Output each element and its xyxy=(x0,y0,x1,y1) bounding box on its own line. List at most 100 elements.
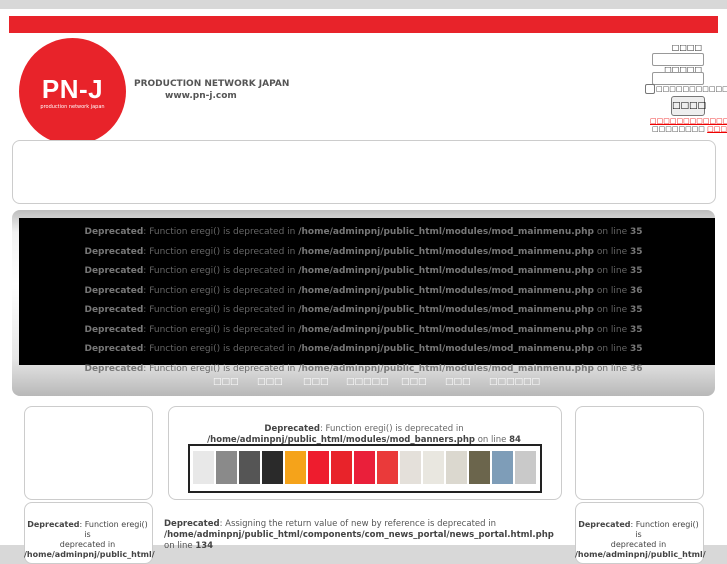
color-swatch[interactable] xyxy=(492,451,513,484)
news-warning-label: Deprecated xyxy=(164,519,220,529)
top-gap xyxy=(0,0,727,9)
color-swatch[interactable] xyxy=(354,451,375,484)
warning-line-number: 35 xyxy=(630,324,643,335)
warning-row: Deprecated: Function eregi() is deprecat… xyxy=(0,247,727,257)
center-warning-label: Deprecated xyxy=(264,424,320,434)
warning-label: Deprecated xyxy=(84,324,144,335)
left-top-box xyxy=(24,406,153,500)
news-warning: Deprecated: Assigning the return value o… xyxy=(164,519,554,552)
warning-text: : Function eregi() is deprecated in xyxy=(143,285,299,296)
left-warning-text1: : Function eregi() is xyxy=(79,520,148,539)
nav-item[interactable]: □□□ xyxy=(303,377,329,387)
warning-path: /home/adminpnj/public_html/modules/mod_m… xyxy=(298,227,594,237)
color-swatch[interactable] xyxy=(239,451,260,484)
color-swatch[interactable] xyxy=(446,451,467,484)
warning-line-number: 35 xyxy=(630,246,643,257)
right-warning: Deprecated: Function eregi() is deprecat… xyxy=(575,520,706,560)
right-warning-text3: /home/adminpnj/public_html/ xyxy=(575,550,706,559)
warning-online: on line xyxy=(593,285,630,296)
warning-online: on line xyxy=(593,324,630,335)
right-top-box xyxy=(575,406,704,500)
color-swatch[interactable] xyxy=(193,451,214,484)
register-prefix: □□□□□□□□ xyxy=(652,125,705,133)
remember-checkbox[interactable] xyxy=(645,84,655,94)
warning-text: : Function eregi() is deprecated in xyxy=(143,266,299,276)
warning-label: Deprecated xyxy=(84,227,144,237)
warning-path: /home/adminpnj/public_html/modules/mod_m… xyxy=(298,344,594,354)
warning-path: /home/adminpnj/public_html/modules/mod_m… xyxy=(298,285,594,296)
warning-text: : Function eregi() is deprecated in xyxy=(143,344,299,354)
warning-text: : Function eregi() is deprecated in xyxy=(143,324,299,335)
color-swatch[interactable] xyxy=(262,451,283,484)
right-warning-label: Deprecated xyxy=(578,520,631,529)
brand-name: PRODUCTION NETWORK JAPAN xyxy=(134,79,290,89)
color-swatch[interactable] xyxy=(308,451,329,484)
warning-path: /home/adminpnj/public_html/modules/mod_m… xyxy=(298,324,594,335)
center-warning-text: : Function eregi() is deprecated in xyxy=(319,424,464,434)
logo-text: PN-J xyxy=(41,74,104,104)
warning-text: : Function eregi() is deprecated in xyxy=(143,305,299,315)
register-line: □□□□□□□□ □□□□ xyxy=(652,125,727,133)
color-swatch[interactable] xyxy=(469,451,490,484)
warning-label: Deprecated xyxy=(84,285,144,296)
news-warning-text: : Assigning the return value of new by r… xyxy=(219,519,496,529)
left-warning: Deprecated: Function eregi() is deprecat… xyxy=(24,520,155,560)
color-swatch[interactable] xyxy=(285,451,306,484)
warning-text: : Function eregi() is deprecated in xyxy=(143,227,299,237)
warning-row: Deprecated: Function eregi() is deprecat… xyxy=(0,325,727,335)
left-warning-label: Deprecated xyxy=(27,520,80,529)
warning-row: Deprecated: Function eregi() is deprecat… xyxy=(0,344,727,354)
register-link[interactable]: □□□□ xyxy=(707,125,727,133)
nav-item[interactable]: □□□ xyxy=(213,377,239,387)
warning-path: /home/adminpnj/public_html/modules/mod_m… xyxy=(298,363,594,374)
left-warning-text3: /home/adminpnj/public_html/ xyxy=(24,550,155,559)
warning-line-number: 36 xyxy=(630,285,643,296)
color-swatch[interactable] xyxy=(423,451,444,484)
warning-label: Deprecated xyxy=(84,266,144,276)
header-red-bar xyxy=(9,16,718,33)
nav-item[interactable]: □□□□□□ xyxy=(489,377,540,387)
color-swatch-strip xyxy=(188,444,542,493)
color-swatch[interactable] xyxy=(400,451,421,484)
login-button[interactable]: □□□□ xyxy=(671,96,706,116)
warning-text: : Function eregi() is deprecated in xyxy=(143,246,299,257)
warning-path: /home/adminpnj/public_html/modules/mod_m… xyxy=(298,266,594,276)
password-input[interactable] xyxy=(652,72,704,85)
warning-path: /home/adminpnj/public_html/modules/mod_m… xyxy=(298,305,594,315)
brand-url: www.pn-j.com xyxy=(165,91,237,101)
nav-item[interactable]: □□□□□ xyxy=(346,377,389,387)
warning-line-number: 35 xyxy=(630,344,643,354)
warning-row: Deprecated: Function eregi() is deprecat… xyxy=(0,305,727,315)
news-warning-online: on line xyxy=(164,541,196,551)
nav-item[interactable]: □□□ xyxy=(257,377,283,387)
nav-item[interactable]: □□□ xyxy=(445,377,471,387)
warning-online: on line xyxy=(593,266,630,276)
color-swatch[interactable] xyxy=(377,451,398,484)
warning-row: Deprecated: Function eregi() is deprecat… xyxy=(0,364,727,374)
warning-online: on line xyxy=(593,246,630,257)
warning-row: Deprecated: Function eregi() is deprecat… xyxy=(0,286,727,296)
warning-line-number: 35 xyxy=(630,227,643,237)
remember-label: □□□□□□□□□□□ xyxy=(656,85,727,93)
warning-label: Deprecated xyxy=(84,344,144,354)
warning-row: Deprecated: Function eregi() is deprecat… xyxy=(0,227,727,237)
news-warning-path: /home/adminpnj/public_html/components/co… xyxy=(164,530,554,540)
warning-label: Deprecated xyxy=(84,246,144,257)
page: PN-J production network japan PRODUCTION… xyxy=(0,0,727,564)
warning-text: : Function eregi() is deprecated in xyxy=(143,363,299,374)
color-swatch[interactable] xyxy=(515,451,536,484)
color-swatch[interactable] xyxy=(331,451,352,484)
warning-line-number: 35 xyxy=(630,266,643,276)
warning-line-number: 35 xyxy=(630,305,643,315)
right-warning-text1: : Function eregi() is xyxy=(630,520,699,539)
nav-item[interactable]: □□□ xyxy=(401,377,427,387)
logo-subtext: production network japan xyxy=(40,104,105,110)
banner-area xyxy=(12,140,716,204)
warning-online: on line xyxy=(593,227,630,237)
warning-path: /home/adminpnj/public_html/modules/mod_m… xyxy=(298,246,594,257)
warning-line-number: 36 xyxy=(630,363,643,374)
color-swatch[interactable] xyxy=(216,451,237,484)
site-logo[interactable]: PN-J production network japan xyxy=(19,38,126,145)
forgot-password-link[interactable]: □□□□□□□□□□□□□ xyxy=(650,117,727,125)
warning-row: Deprecated: Function eregi() is deprecat… xyxy=(0,266,727,276)
